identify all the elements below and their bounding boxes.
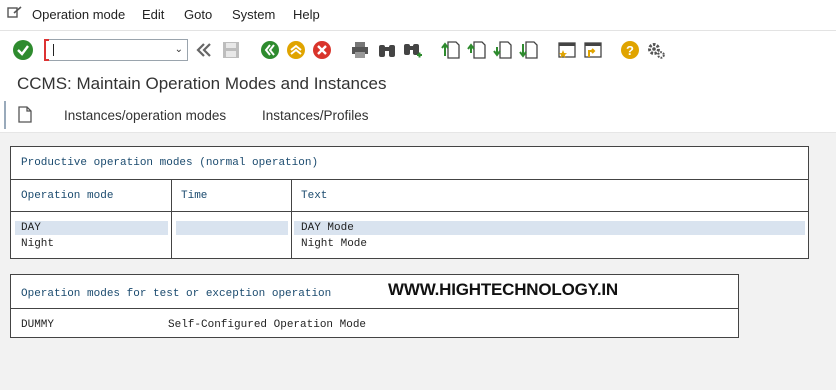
command-field-focus-marker: [44, 39, 49, 61]
menu-options-icon[interactable]: [7, 6, 23, 20]
test-modes-table: Operation modes for test or exception op…: [10, 274, 739, 338]
menu-edit[interactable]: Edit: [142, 7, 164, 22]
column-divider: [171, 179, 172, 259]
shortcut-icon[interactable]: [583, 40, 603, 60]
menu-operation-mode[interactable]: Operation mode: [32, 7, 125, 22]
table-row-text[interactable]: Night Mode: [301, 238, 367, 250]
divider: [11, 179, 808, 180]
help-icon[interactable]: ?: [620, 40, 640, 60]
tab-instances-profiles[interactable]: Instances/Profiles: [262, 108, 369, 123]
document-icon[interactable]: [18, 106, 32, 123]
row-highlight: [176, 221, 288, 235]
column-divider: [291, 179, 292, 259]
create-session-icon[interactable]: [557, 40, 577, 60]
previous-page-icon[interactable]: [467, 40, 487, 60]
productive-heading: Productive operation modes (normal opera…: [21, 157, 319, 169]
next-page-icon[interactable]: [493, 40, 513, 60]
first-page-icon[interactable]: [441, 40, 461, 60]
back-nav-icon[interactable]: [194, 40, 214, 60]
cancel-icon[interactable]: [312, 40, 332, 60]
divider: [11, 308, 738, 309]
save-icon[interactable]: [221, 40, 241, 60]
test-heading: Operation modes for test or exception op…: [21, 288, 332, 300]
tab-instances-operation-modes[interactable]: Instances/operation modes: [64, 108, 226, 123]
table-row-text[interactable]: DAY Mode: [301, 222, 354, 234]
exit-icon[interactable]: [286, 40, 306, 60]
enter-icon[interactable]: [13, 40, 33, 60]
back-icon[interactable]: [260, 40, 280, 60]
find-next-icon[interactable]: [403, 40, 423, 60]
settings-icon[interactable]: [646, 40, 666, 60]
watermark: WWW.HIGHTECHNOLOGY.IN: [388, 280, 619, 299]
find-icon[interactable]: [377, 40, 397, 60]
row-highlight: [294, 221, 805, 235]
column-header-time: Time: [181, 190, 208, 202]
page-title: CCMS: Maintain Operation Modes and Insta…: [17, 74, 387, 93]
menu-system[interactable]: System: [232, 7, 275, 22]
productive-modes-table: Productive operation modes (normal opera…: [10, 146, 809, 259]
divider: [11, 211, 808, 212]
table-row-text[interactable]: Self-Configured Operation Mode: [168, 319, 366, 331]
command-field[interactable]: ⌄: [44, 39, 188, 61]
menu-goto[interactable]: Goto: [184, 7, 212, 22]
chevron-down-icon[interactable]: ⌄: [175, 44, 183, 55]
column-header-operation-mode: Operation mode: [21, 190, 114, 202]
toolbar-separator: [4, 101, 6, 129]
menu-help[interactable]: Help: [293, 7, 320, 22]
last-page-icon[interactable]: [519, 40, 539, 60]
svg-text:?: ?: [626, 43, 634, 58]
content-area: Productive operation modes (normal opera…: [0, 133, 836, 390]
table-row-mode[interactable]: DAY: [21, 222, 41, 234]
table-row-mode[interactable]: Night: [21, 238, 54, 250]
table-row-mode[interactable]: DUMMY: [21, 319, 54, 331]
column-header-text: Text: [301, 190, 328, 202]
print-icon[interactable]: [350, 40, 370, 60]
menu-bar: Operation mode Edit Goto System Help: [0, 0, 836, 31]
text-cursor: [53, 44, 54, 56]
application-toolbar: Instances/operation modes Instances/Prof…: [0, 100, 836, 133]
